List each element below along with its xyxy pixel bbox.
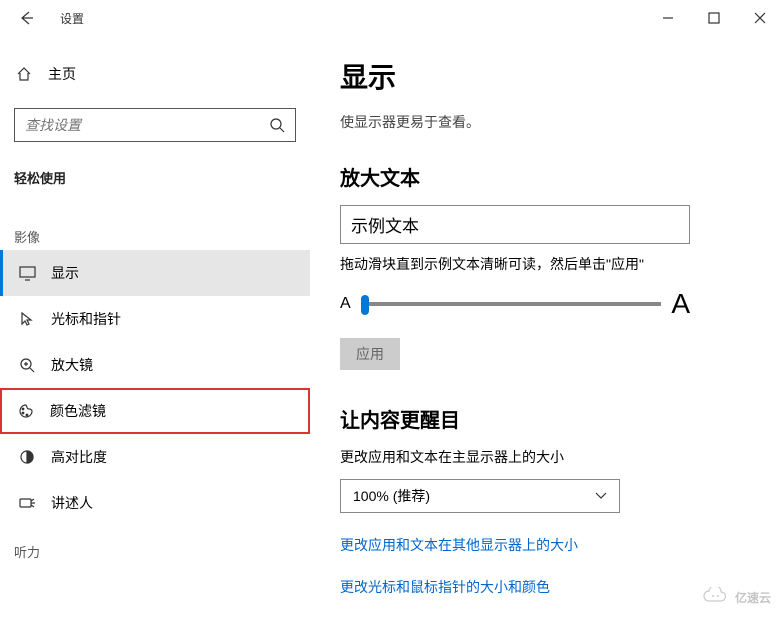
home-icon (14, 66, 34, 82)
sample-text-box: 示例文本 (340, 205, 690, 244)
chevron-down-icon (595, 492, 607, 500)
contrast-icon (17, 449, 37, 465)
text-size-slider[interactable]: A A (340, 288, 690, 320)
magnify-plus-icon (17, 357, 37, 373)
sidebar-item-display[interactable]: 显示 (0, 250, 310, 296)
narrator-icon (17, 496, 37, 511)
page-title: 显示 (340, 56, 743, 96)
sidebar-item-label: 颜色滤镜 (50, 401, 106, 421)
category-label: 轻松使用 (0, 160, 310, 195)
home-label: 主页 (48, 64, 76, 84)
letter-big-icon: A (671, 288, 690, 320)
slider-thumb[interactable] (361, 295, 369, 315)
search-input[interactable] (15, 109, 295, 141)
close-button[interactable] (737, 0, 783, 36)
search-box[interactable] (14, 108, 296, 142)
sidebar-item-label: 显示 (51, 263, 79, 283)
app-title: 设置 (60, 10, 84, 27)
sidebar-item-color-filters[interactable]: 颜色滤镜 (0, 388, 310, 434)
home-nav[interactable]: 主页 (0, 56, 310, 92)
page-subtitle: 使显示器更易于查看。 (340, 112, 743, 132)
link-cursor-size[interactable]: 更改光标和鼠标指针的大小和颜色 (340, 577, 743, 597)
sidebar-item-magnifier[interactable]: 放大镜 (0, 342, 310, 388)
sidebar-item-label: 放大镜 (51, 355, 93, 375)
watermark: 亿速云 (701, 587, 771, 607)
letter-small-icon: A (340, 295, 351, 313)
sidebar-item-label: 光标和指针 (51, 309, 121, 329)
close-icon (754, 12, 766, 24)
scale-value: 100% (推荐) (353, 486, 430, 506)
cursor-icon (17, 311, 37, 327)
maximize-icon (708, 12, 720, 24)
cloud-icon (701, 587, 729, 607)
sidebar-item-high-contrast[interactable]: 高对比度 (0, 434, 310, 480)
section-scale: 让内容更醒目 (340, 404, 743, 433)
sidebar-item-narrator[interactable]: 讲述人 (0, 480, 310, 526)
apply-button[interactable]: 应用 (340, 338, 400, 370)
group-audio: 听力 (0, 526, 310, 565)
sidebar-item-cursor[interactable]: 光标和指针 (0, 296, 310, 342)
palette-icon (16, 403, 36, 419)
arrow-left-icon (18, 10, 34, 26)
group-visual: 影像 (0, 211, 310, 250)
main-panel: 显示 使显示器更易于查看。 放大文本 示例文本 拖动滑块直到示例文本清晰可读，然… (310, 36, 783, 619)
scale-description: 更改应用和文本在主显示器上的大小 (340, 447, 743, 467)
minimize-icon (662, 12, 674, 24)
search-icon (269, 117, 285, 138)
slider-track[interactable] (361, 302, 662, 306)
section-enlarge-text: 放大文本 (340, 162, 743, 191)
maximize-button[interactable] (691, 0, 737, 36)
slider-caption: 拖动滑块直到示例文本清晰可读，然后单击"应用" (340, 254, 743, 274)
watermark-text: 亿速云 (735, 589, 771, 606)
scale-dropdown[interactable]: 100% (推荐) (340, 479, 620, 513)
monitor-icon (17, 266, 37, 281)
sidebar: 主页 轻松使用 影像 显示 光标和指针 放大镜 颜色滤镜 高对比度 (0, 36, 310, 619)
sidebar-item-label: 高对比度 (51, 447, 107, 467)
minimize-button[interactable] (645, 0, 691, 36)
link-other-displays[interactable]: 更改应用和文本在其他显示器上的大小 (340, 535, 743, 555)
sidebar-item-label: 讲述人 (51, 493, 93, 513)
back-button[interactable] (8, 0, 44, 36)
